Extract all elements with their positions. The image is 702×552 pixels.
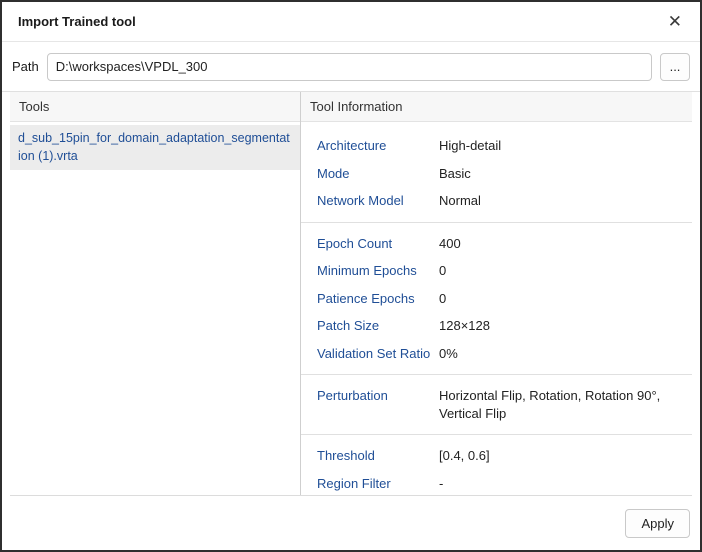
tool-information-header: Tool Information xyxy=(301,92,692,122)
dialog-footer: Apply xyxy=(2,496,700,550)
path-input[interactable] xyxy=(47,53,652,81)
info-row-network-model: Network Model Normal xyxy=(301,187,692,215)
tool-information-body: Architecture High-detail Mode Basic Netw… xyxy=(301,122,692,495)
close-icon[interactable]: ✕ xyxy=(666,11,684,32)
path-row: Path ... xyxy=(2,42,700,92)
info-label: Perturbation xyxy=(317,387,439,405)
info-row-mode: Mode Basic xyxy=(301,160,692,188)
info-label: Region Filter xyxy=(317,475,439,493)
info-label: Mode xyxy=(317,165,439,183)
info-row-minimum-epochs: Minimum Epochs 0 xyxy=(301,257,692,285)
info-value: High-detail xyxy=(439,137,682,155)
info-label: Patience Epochs xyxy=(317,290,439,308)
info-row-architecture: Architecture High-detail xyxy=(301,132,692,160)
group-separator xyxy=(301,222,692,223)
info-value: 0 xyxy=(439,290,682,308)
info-label: Epoch Count xyxy=(317,235,439,253)
tools-panel-header: Tools xyxy=(10,92,300,122)
info-value: 0% xyxy=(439,345,682,363)
info-row-region-filter: Region Filter - xyxy=(301,470,692,495)
dialog-titlebar: Import Trained tool ✕ xyxy=(2,2,700,42)
info-row-threshold: Threshold [0.4, 0.6] xyxy=(301,442,692,470)
info-value: Horizontal Flip, Rotation, Rotation 90°,… xyxy=(439,387,682,422)
apply-button[interactable]: Apply xyxy=(625,509,690,538)
tool-information-panel: Tool Information Architecture High-detai… xyxy=(301,92,692,495)
info-row-epoch-count: Epoch Count 400 xyxy=(301,230,692,258)
info-value: 400 xyxy=(439,235,682,253)
dialog-title: Import Trained tool xyxy=(18,14,136,29)
info-value: 0 xyxy=(439,262,682,280)
import-trained-tool-dialog: Import Trained tool ✕ Path ... Tools d_s… xyxy=(0,0,702,552)
tool-list: d_sub_15pin_for_domain_adaptation_segmen… xyxy=(10,122,300,495)
browse-button[interactable]: ... xyxy=(660,53,690,81)
tools-panel: Tools d_sub_15pin_for_domain_adaptation_… xyxy=(10,92,301,495)
info-label: Network Model xyxy=(317,192,439,210)
path-label: Path xyxy=(12,59,39,74)
info-label: Threshold xyxy=(317,447,439,465)
info-row-perturbation: Perturbation Horizontal Flip, Rotation, … xyxy=(301,382,692,427)
info-label: Patch Size xyxy=(317,317,439,335)
info-row-patch-size: Patch Size 128×128 xyxy=(301,312,692,340)
info-row-validation-set-ratio: Validation Set Ratio 0% xyxy=(301,340,692,368)
group-separator xyxy=(301,434,692,435)
info-row-patience-epochs: Patience Epochs 0 xyxy=(301,285,692,313)
info-value: - xyxy=(439,475,682,493)
info-label: Validation Set Ratio xyxy=(317,345,439,363)
info-label: Minimum Epochs xyxy=(317,262,439,280)
info-label: Architecture xyxy=(317,137,439,155)
info-value: Basic xyxy=(439,165,682,183)
tool-list-item[interactable]: d_sub_15pin_for_domain_adaptation_segmen… xyxy=(10,125,300,170)
info-value: Normal xyxy=(439,192,682,210)
info-value: 128×128 xyxy=(439,317,682,335)
group-separator xyxy=(301,374,692,375)
info-value: [0.4, 0.6] xyxy=(439,447,682,465)
panels-container: Tools d_sub_15pin_for_domain_adaptation_… xyxy=(10,92,692,496)
